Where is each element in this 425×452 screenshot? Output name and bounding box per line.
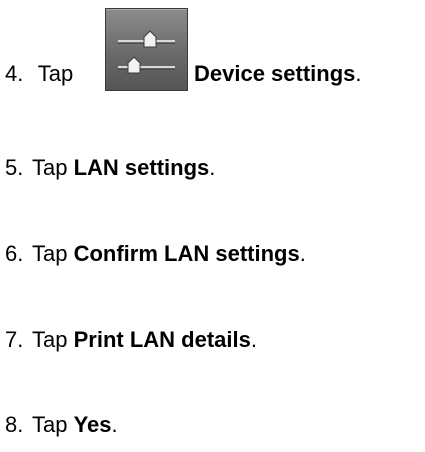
step-4-label: Device settings. — [194, 61, 362, 87]
device-settings-icon — [105, 8, 188, 91]
step-8: 8. Tap Yes. — [5, 412, 118, 438]
step-number: 5. — [5, 155, 24, 180]
step-suffix: . — [355, 61, 362, 86]
step-suffix: . — [111, 412, 118, 437]
step-number: 8. — [5, 412, 24, 437]
step-suffix: . — [299, 241, 306, 266]
step-number: 6. — [5, 241, 24, 266]
step-target: Print LAN details — [73, 327, 251, 352]
step-target: Yes — [73, 412, 112, 437]
step-7: 7. Tap Print LAN details. — [5, 327, 257, 353]
step-prefix: Tap — [32, 327, 74, 352]
step-5: 5. Tap LAN settings. — [5, 155, 215, 181]
step-prefix: Tap — [37, 61, 74, 86]
step-target: Device settings — [194, 61, 356, 86]
step-target: Confirm LAN settings — [73, 241, 300, 266]
step-number: 7. — [5, 327, 24, 352]
step-6: 6. Tap Confirm LAN settings. — [5, 241, 306, 267]
step-prefix: Tap — [32, 412, 74, 437]
step-number: 4. — [5, 61, 24, 86]
step-prefix: Tap — [32, 241, 74, 266]
step-4: 4. Tap — [5, 61, 73, 87]
step-suffix: . — [250, 327, 257, 352]
step-prefix: Tap — [32, 155, 74, 180]
step-suffix: . — [209, 155, 216, 180]
step-target: LAN settings — [73, 155, 210, 180]
